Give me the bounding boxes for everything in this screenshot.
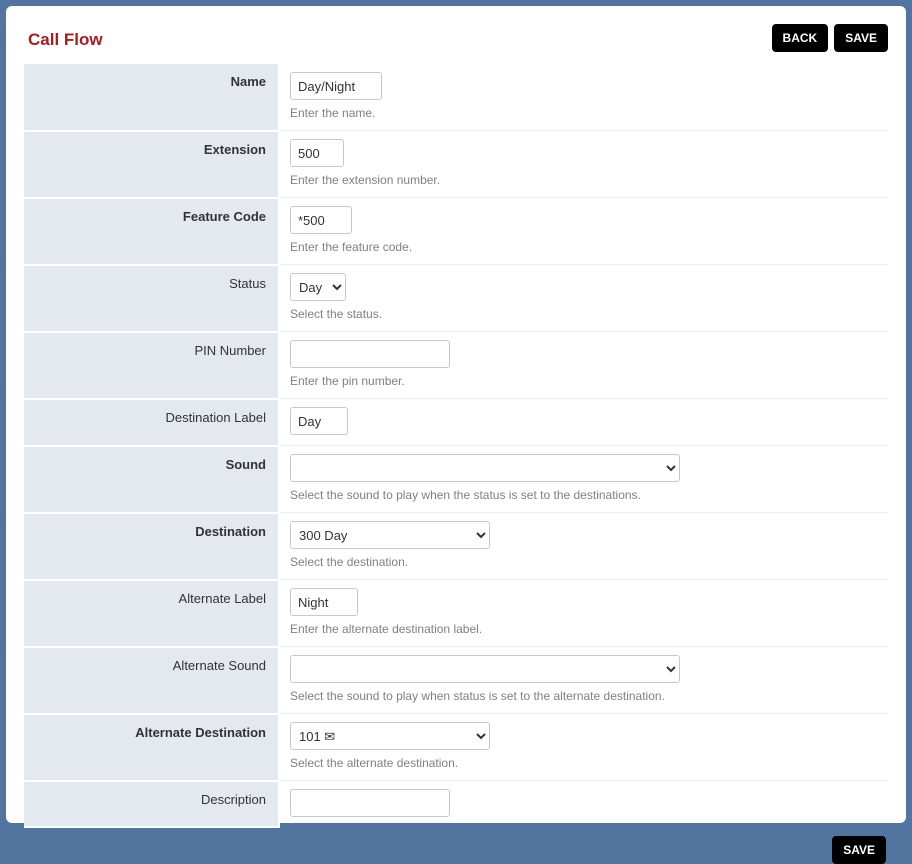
alternate-label-input[interactable] <box>290 588 358 616</box>
row-sound: Sound Select the sound to play when the … <box>24 446 888 513</box>
extension-input[interactable] <box>290 139 344 167</box>
row-destination: Destination 300 Day Select the destinati… <box>24 513 888 580</box>
row-alt-sound: Alternate Sound Select the sound to play… <box>24 647 888 714</box>
form-panel: Call Flow BACK SAVE Name Enter the name.… <box>6 6 906 823</box>
label-destination: Destination <box>24 513 279 580</box>
row-dest-label: Destination Label <box>24 399 888 446</box>
help-alt-destination: Select the alternate destination. <box>290 756 878 770</box>
label-feature-code: Feature Code <box>24 198 279 265</box>
help-pin: Enter the pin number. <box>290 374 878 388</box>
sound-select[interactable] <box>290 454 680 482</box>
label-alt-destination: Alternate Destination <box>24 714 279 781</box>
alternate-destination-select[interactable]: 101 ✉ <box>290 722 490 750</box>
label-description: Description <box>24 781 279 828</box>
footer-row: SAVE <box>24 836 888 864</box>
form-table: Name Enter the name. Extension Enter the… <box>24 64 888 828</box>
status-select[interactable]: Day <box>290 273 346 301</box>
page-title: Call Flow <box>28 30 103 50</box>
description-input[interactable] <box>290 789 450 817</box>
label-extension: Extension <box>24 131 279 198</box>
pin-input[interactable] <box>290 340 450 368</box>
back-button[interactable]: BACK <box>772 24 829 52</box>
row-status: Status Day Select the status. <box>24 265 888 332</box>
help-status: Select the status. <box>290 307 878 321</box>
label-status: Status <box>24 265 279 332</box>
help-alt-label: Enter the alternate destination label. <box>290 622 878 636</box>
label-pin: PIN Number <box>24 332 279 399</box>
row-pin: PIN Number Enter the pin number. <box>24 332 888 399</box>
row-feature-code: Feature Code Enter the feature code. <box>24 198 888 265</box>
destination-label-input[interactable] <box>290 407 348 435</box>
save-button-top[interactable]: SAVE <box>834 24 888 52</box>
row-alt-label: Alternate Label Enter the alternate dest… <box>24 580 888 647</box>
help-name: Enter the name. <box>290 106 878 120</box>
label-alt-sound: Alternate Sound <box>24 647 279 714</box>
alternate-sound-select[interactable] <box>290 655 680 683</box>
help-destination: Select the destination. <box>290 555 878 569</box>
destination-select[interactable]: 300 Day <box>290 521 490 549</box>
feature-code-input[interactable] <box>290 206 352 234</box>
row-description: Description <box>24 781 888 828</box>
name-input[interactable] <box>290 72 382 100</box>
row-name: Name Enter the name. <box>24 64 888 131</box>
help-feature-code: Enter the feature code. <box>290 240 878 254</box>
row-extension: Extension Enter the extension number. <box>24 131 888 198</box>
row-alt-destination: Alternate Destination 101 ✉ Select the a… <box>24 714 888 781</box>
save-button-bottom[interactable]: SAVE <box>832 836 886 864</box>
label-alt-label: Alternate Label <box>24 580 279 647</box>
label-name: Name <box>24 64 279 131</box>
header-button-group: BACK SAVE <box>772 24 888 52</box>
label-dest-label: Destination Label <box>24 399 279 446</box>
help-extension: Enter the extension number. <box>290 173 878 187</box>
help-sound: Select the sound to play when the status… <box>290 488 878 502</box>
help-alt-sound: Select the sound to play when status is … <box>290 689 878 703</box>
label-sound: Sound <box>24 446 279 513</box>
